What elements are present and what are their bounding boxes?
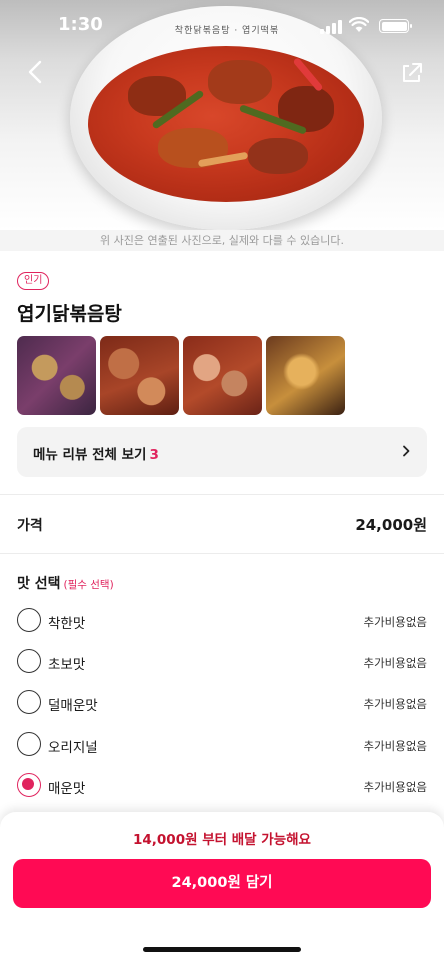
taste-option-1[interactable]: 착한맛 추가비용없음	[17, 608, 427, 634]
review-photo-4[interactable]	[266, 336, 345, 415]
review-photo-3[interactable]	[183, 336, 262, 415]
option-extra-cost: 추가비용없음	[363, 615, 427, 629]
taste-title-text: 맛 선택	[17, 576, 61, 592]
option-label: 덜매운맛	[48, 698, 98, 714]
required-label: (필수 선택)	[63, 579, 114, 591]
battery-icon	[379, 19, 412, 33]
photo-disclaimer: 위 사진은 연출된 사진으로, 실제와 다를 수 있습니다.	[0, 230, 444, 251]
share-icon[interactable]	[398, 58, 426, 86]
radio-button[interactable]	[17, 732, 41, 756]
option-label: 초보맛	[48, 657, 86, 673]
radio-button[interactable]	[17, 690, 41, 714]
radio-button[interactable]	[17, 608, 41, 632]
price-label: 가격	[17, 518, 43, 534]
menu-title: 엽기닭볶음탕	[17, 303, 122, 325]
option-label: 착한맛	[48, 616, 86, 632]
radio-button[interactable]	[17, 649, 41, 673]
order-bottom-sheet: 14,000원 부터 배달 가능해요 24,000원 담기	[0, 812, 444, 961]
review-photo-strip	[17, 336, 347, 416]
back-arrow-icon[interactable]	[22, 58, 50, 86]
taste-section-title: 맛 선택 (필수 선택)	[17, 573, 114, 593]
option-extra-cost: 추가비용없음	[363, 739, 427, 753]
review-button-label: 메뉴 리뷰 전체 보기	[33, 447, 147, 463]
status-bar: 1:30	[0, 0, 444, 54]
status-time: 1:30	[58, 14, 103, 35]
review-photo-2[interactable]	[100, 336, 179, 415]
wifi-icon	[349, 17, 369, 32]
option-label: 오리지널	[48, 740, 98, 756]
menu-hero-image: 착한닭볶음탕 · 엽기떡볶이 1:30	[0, 0, 444, 230]
option-extra-cost: 추가비용없음	[363, 780, 427, 794]
review-photo-1[interactable]	[17, 336, 96, 415]
option-extra-cost: 추가비용없음	[363, 697, 427, 711]
taste-option-3[interactable]: 덜매운맛 추가비용없음	[17, 690, 427, 716]
taste-option-5[interactable]: 매운맛 추가비용없음	[17, 773, 427, 799]
view-all-reviews-button[interactable]: 메뉴 리뷰 전체 보기 3	[17, 427, 427, 477]
home-indicator[interactable]	[143, 947, 301, 952]
min-order-notice: 14,000원 부터 배달 가능해요	[133, 832, 311, 848]
option-label: 매운맛	[48, 781, 86, 797]
radio-button-selected[interactable]	[17, 773, 41, 797]
divider	[0, 553, 444, 554]
taste-option-4[interactable]: 오리지널 추가비용없음	[17, 732, 427, 758]
add-to-cart-button[interactable]: 24,000원 담기	[13, 859, 431, 908]
taste-option-2[interactable]: 초보맛 추가비용없음	[17, 649, 427, 675]
divider	[0, 494, 444, 495]
signal-icon	[320, 20, 342, 34]
review-count: 3	[149, 447, 159, 463]
option-extra-cost: 추가비용없음	[363, 656, 427, 670]
price-value: 24,000원	[355, 516, 427, 534]
popular-badge: 인기	[17, 272, 50, 290]
stew-image	[88, 46, 364, 202]
chevron-right-icon	[403, 445, 410, 457]
